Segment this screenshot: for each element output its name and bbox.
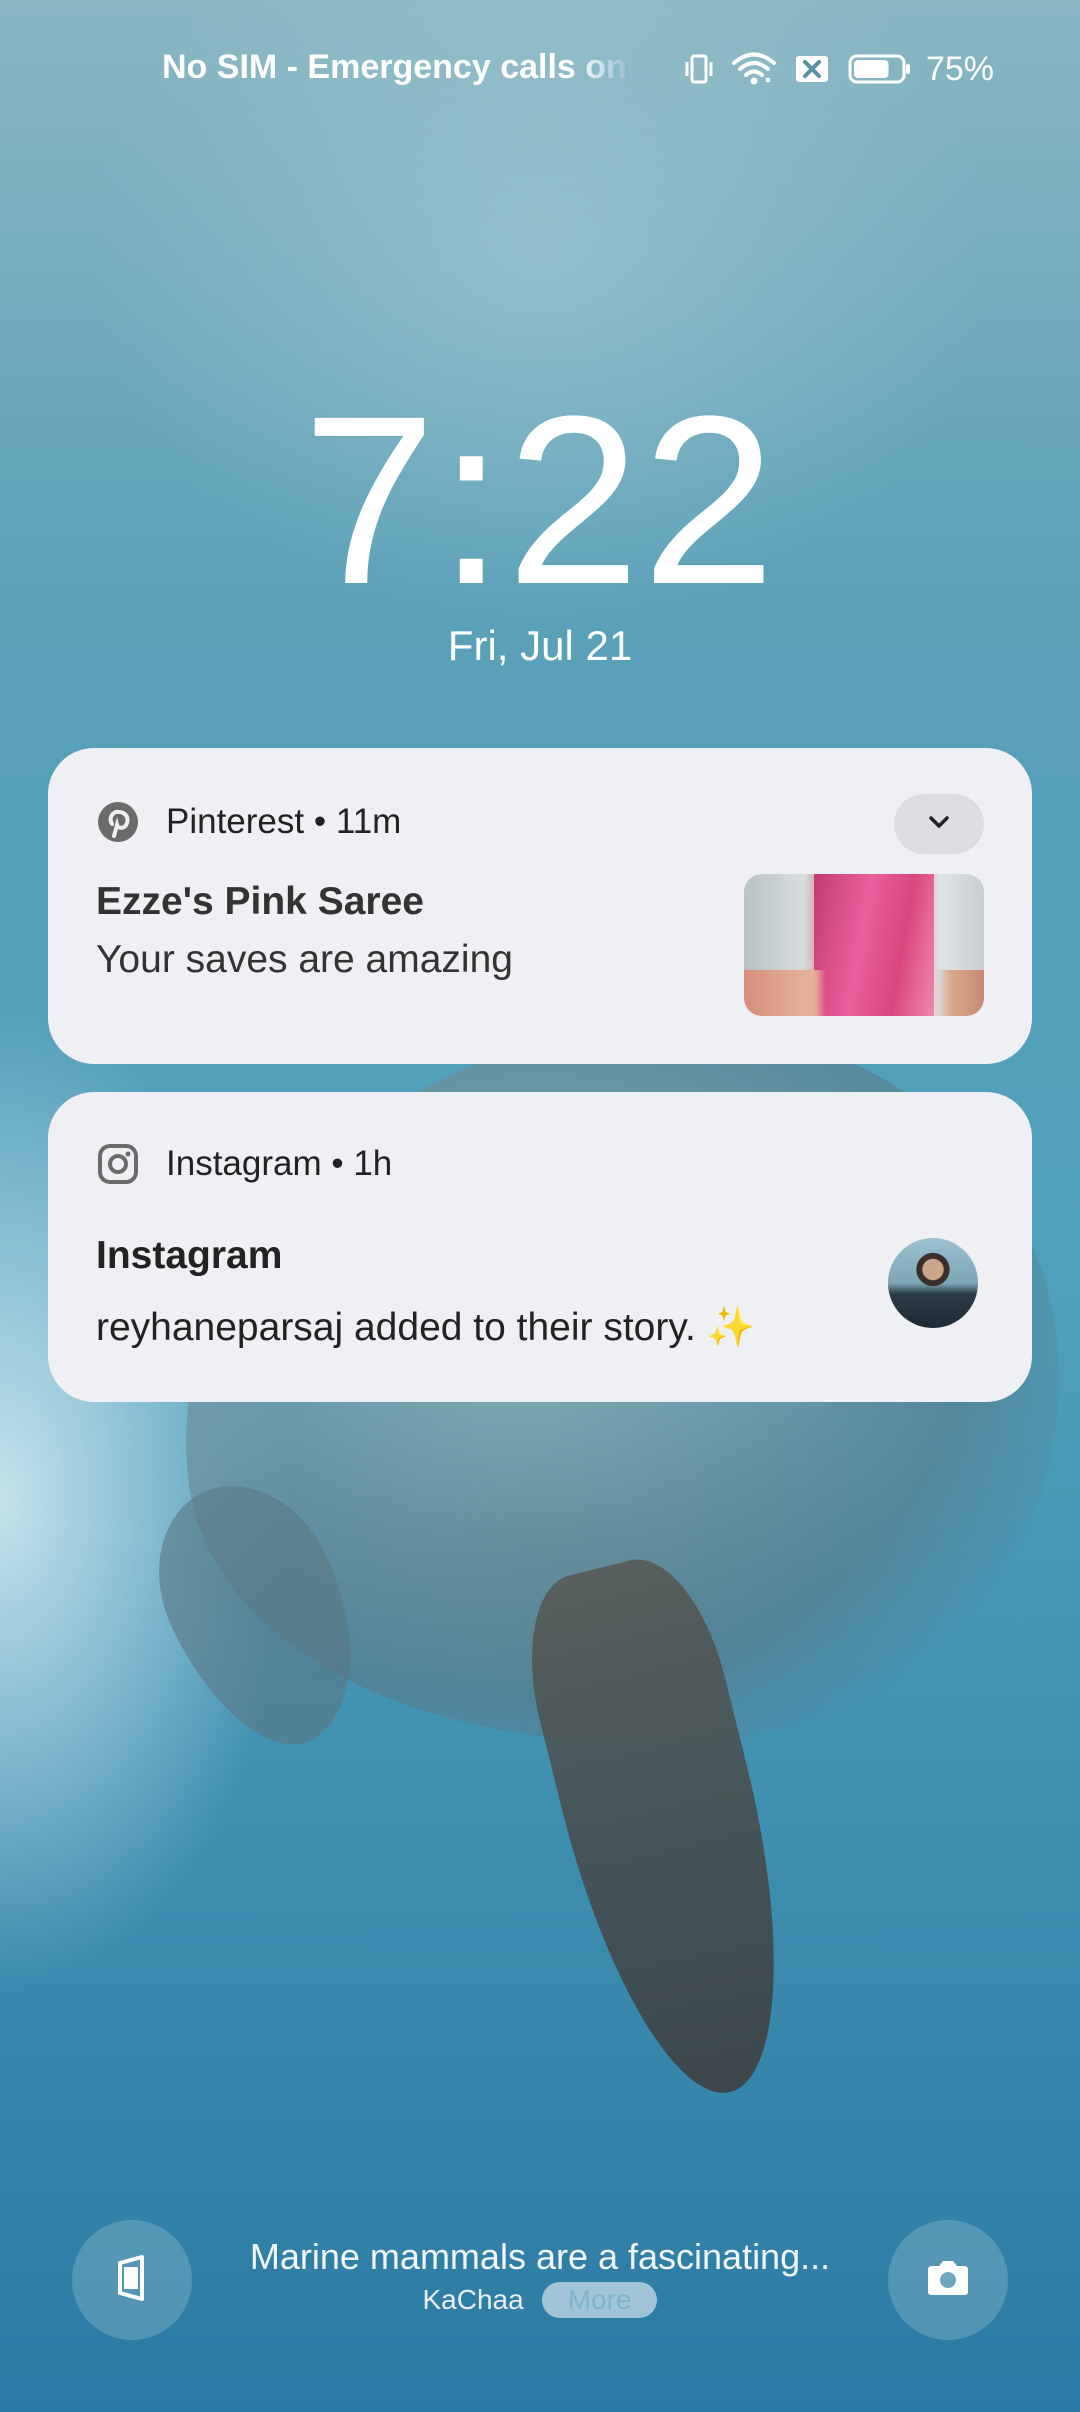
battery-icon xyxy=(848,53,912,85)
no-sim-icon xyxy=(794,54,830,84)
notification-header: Pinterest • 11m xyxy=(96,800,401,844)
notification-pinterest[interactable]: Pinterest • 11m Ezze's Pink Saree Your s… xyxy=(48,748,1032,1064)
instagram-icon xyxy=(96,1142,140,1186)
notification-header: Instagram • 1h xyxy=(96,1142,392,1186)
notification-app-name: Pinterest xyxy=(166,802,305,841)
wallpaper-source: KaChaa xyxy=(422,2284,524,2315)
lock-date: Fri, Jul 21 xyxy=(447,622,633,669)
lock-clock: 7:22 xyxy=(302,366,778,634)
wallpaper-caption[interactable]: Marine mammals are a fascinating... xyxy=(200,2236,880,2278)
wallpaper-carousel-button[interactable] xyxy=(72,2220,192,2340)
pinterest-icon xyxy=(96,800,140,844)
notification-time: • 1h xyxy=(331,1144,393,1183)
notification-text: Your saves are amazing xyxy=(96,938,513,981)
more-button[interactable]: More xyxy=(541,2282,658,2318)
avatar xyxy=(888,1238,978,1328)
status-icons: 75% xyxy=(684,44,994,94)
notification-app-name: Instagram xyxy=(166,1144,322,1183)
notification-instagram[interactable]: Instagram • 1h Instagram reyhaneparsaj a… xyxy=(48,1092,1032,1402)
chevron-down-icon xyxy=(926,813,952,836)
wifi-icon xyxy=(731,52,776,86)
vibrate-icon xyxy=(684,52,714,86)
notification-title: Ezze's Pink Saree xyxy=(96,880,424,923)
camera-button[interactable] xyxy=(888,2220,1008,2340)
notification-thumbnail xyxy=(744,874,984,1016)
notification-title: Instagram xyxy=(96,1234,283,1277)
camera-icon xyxy=(924,2258,972,2303)
carrier-text: No SIM - Emergency calls only xyxy=(162,48,632,86)
notification-text: reyhaneparsaj added to their story. ✨ xyxy=(96,1306,756,1349)
notification-time: • 11m xyxy=(313,802,402,841)
expand-notification-button[interactable] xyxy=(894,794,984,854)
status-bar: No SIM - Emergency calls only 75% xyxy=(0,44,1080,94)
battery-percent: 75% xyxy=(925,49,994,88)
